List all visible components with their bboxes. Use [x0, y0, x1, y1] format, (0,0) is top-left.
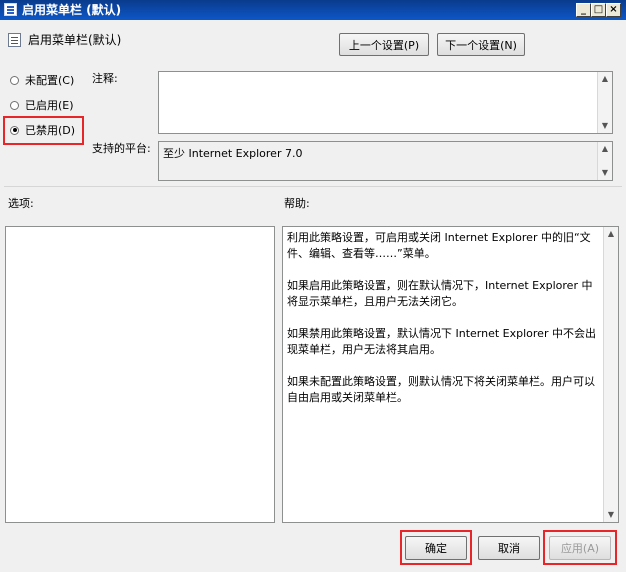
help-paragraph: 如果禁用此策略设置，默认情况下 Internet Explorer 中不会出现菜… [287, 327, 596, 356]
scroll-up-icon[interactable]: ▲ [604, 227, 618, 241]
scroll-down-icon[interactable]: ▼ [598, 166, 612, 180]
apply-button[interactable]: 应用(A) [549, 536, 611, 560]
title-bar: 启用菜单栏 (默认) _ □ × [0, 0, 626, 20]
scroll-down-icon[interactable]: ▼ [598, 119, 612, 133]
comment-scrollbar[interactable]: ▲ ▼ [597, 72, 612, 133]
radio-disabled-label: 已禁用(D) [25, 124, 76, 137]
platform-label: 支持的平台: [92, 142, 151, 155]
help-scrollbar[interactable]: ▲ ▼ [603, 227, 618, 522]
ok-button[interactable]: 确定 [405, 536, 467, 560]
next-setting-button[interactable]: 下一个设置(N) [437, 33, 525, 56]
scroll-down-icon[interactable]: ▼ [604, 508, 618, 522]
minimize-button[interactable]: _ [576, 3, 591, 17]
policy-title: 启用菜单栏(默认) [28, 33, 122, 47]
platform-box: 至少 Internet Explorer 7.0 ▲ ▼ [158, 141, 613, 181]
help-label: 帮助: [284, 197, 310, 210]
radio-enabled-dot[interactable] [10, 100, 19, 110]
options-label: 选项: [8, 197, 34, 210]
help-paragraph: 如果未配置此策略设置，则默认情况下将关闭菜单栏。用户可以自由启用或关闭菜单栏。 [287, 375, 595, 404]
comment-textarea[interactable]: ▲ ▼ [158, 71, 613, 134]
window-title: 启用菜单栏 (默认) [22, 3, 122, 17]
comment-label: 注释: [92, 72, 118, 85]
divider [4, 186, 622, 187]
close-button[interactable]: × [606, 3, 621, 17]
radio-not-configured[interactable]: 未配置(C) [10, 72, 74, 88]
help-text: 利用此策略设置，可启用或关闭 Internet Explorer 中的旧“文件、… [287, 230, 600, 422]
radio-not-configured-dot[interactable] [10, 75, 19, 85]
radio-enabled[interactable]: 已启用(E) [10, 97, 74, 113]
platform-value: 至少 Internet Explorer 7.0 [163, 147, 303, 160]
policy-icon [8, 33, 21, 47]
radio-not-configured-label: 未配置(C) [25, 74, 75, 87]
help-paragraph: 如果启用此策略设置，则在默认情况下，Internet Explorer 中将显示… [287, 279, 593, 308]
scroll-up-icon[interactable]: ▲ [598, 72, 612, 86]
radio-disabled-dot[interactable] [10, 125, 19, 135]
cancel-button[interactable]: 取消 [478, 536, 540, 560]
options-pane [5, 226, 275, 523]
previous-setting-button[interactable]: 上一个设置(P) [339, 33, 429, 56]
window-icon [4, 3, 17, 16]
radio-enabled-label: 已启用(E) [25, 99, 74, 112]
scroll-up-icon[interactable]: ▲ [598, 142, 612, 156]
platform-scrollbar[interactable]: ▲ ▼ [597, 142, 612, 180]
help-paragraph: 利用此策略设置，可启用或关闭 Internet Explorer 中的旧“文件、… [287, 231, 591, 260]
radio-disabled[interactable]: 已禁用(D) [10, 122, 75, 138]
maximize-button[interactable]: □ [591, 3, 606, 17]
help-pane: 利用此策略设置，可启用或关闭 Internet Explorer 中的旧“文件、… [282, 226, 619, 523]
